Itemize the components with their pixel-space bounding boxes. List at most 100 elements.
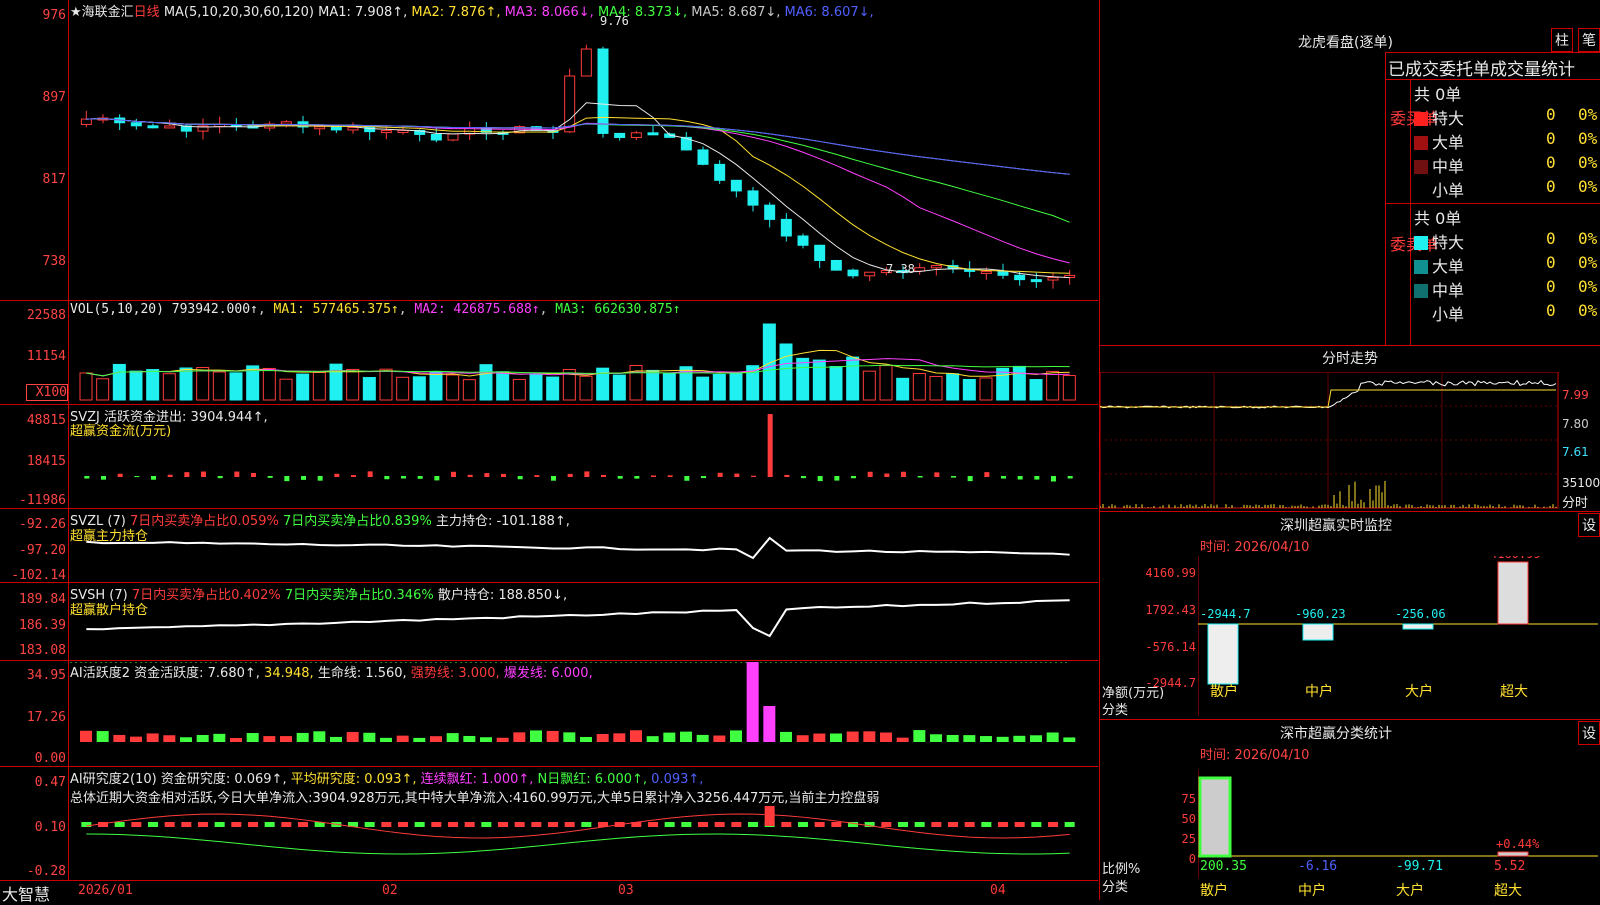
monitor-settings-button[interactable]: 设 bbox=[1578, 513, 1600, 537]
flow-bar bbox=[751, 475, 756, 477]
intraday-chart[interactable] bbox=[1100, 372, 1560, 510]
volume-bar bbox=[979, 377, 993, 401]
activity-bar bbox=[463, 735, 476, 742]
research-bar bbox=[831, 822, 842, 827]
activity-bar bbox=[113, 734, 126, 742]
activity-bar bbox=[496, 737, 509, 742]
volume-bar bbox=[146, 369, 160, 401]
flow-bar bbox=[201, 471, 206, 477]
research-bar bbox=[931, 822, 942, 827]
flow-bar bbox=[617, 476, 623, 479]
activity-bar bbox=[446, 733, 459, 742]
svsh-chart[interactable] bbox=[70, 584, 1098, 658]
classify-settings-button[interactable]: 设 bbox=[1578, 721, 1600, 745]
bar-value: -2944.7 bbox=[1200, 607, 1251, 621]
svzl-chart[interactable] bbox=[70, 510, 1098, 580]
classify-chart[interactable]: +0.44% 200.35 散户 -6.16 中户 -99.71 大户 5.52 超大 bbox=[1198, 770, 1598, 900]
volume-bar bbox=[846, 356, 860, 401]
flow-bar bbox=[984, 472, 990, 477]
research-bar bbox=[998, 822, 1008, 827]
flow-bar bbox=[1034, 476, 1040, 480]
ai1-chart[interactable] bbox=[70, 662, 1098, 766]
research-bar bbox=[214, 822, 225, 827]
ai2-chart[interactable] bbox=[70, 806, 1098, 880]
volume-bar bbox=[862, 370, 876, 401]
svzj-chart[interactable] bbox=[70, 406, 1098, 506]
classify-axis-label: 比例% bbox=[1102, 862, 1141, 877]
volume-bar bbox=[446, 374, 460, 401]
classify-y-label: 50 bbox=[1181, 812, 1196, 826]
classify-axis-label: 分类 bbox=[1102, 880, 1129, 895]
volume-bar bbox=[946, 373, 960, 401]
research-bar bbox=[431, 822, 442, 827]
candle bbox=[580, 48, 592, 77]
vol-unit[interactable]: X100 bbox=[26, 384, 68, 401]
activity-bar bbox=[1046, 732, 1059, 742]
sell-rows: 共 0单 特大 0 0% 大单 0 0% 中单 0 0% 小单 0 0% bbox=[1414, 205, 1600, 325]
volume-bar bbox=[829, 366, 843, 401]
volume-bar bbox=[362, 377, 376, 401]
candlestick-chart[interactable] bbox=[70, 14, 1098, 299]
volume-bar bbox=[662, 373, 676, 401]
order-percent: 0% bbox=[1578, 253, 1598, 272]
research-bar bbox=[514, 822, 525, 827]
price-y-label: 976 bbox=[42, 8, 66, 23]
bar-value: -256.06 bbox=[1395, 607, 1446, 621]
activity-bar bbox=[1030, 735, 1042, 742]
ai2-y-label: 0.10 bbox=[34, 820, 66, 835]
flow-bar bbox=[1402, 623, 1434, 630]
svsh-y-label: 186.39 bbox=[19, 618, 66, 633]
category-label: 超大 bbox=[1494, 883, 1522, 899]
tick-mode-button[interactable]: 笔 bbox=[1578, 28, 1600, 52]
order-name: 中单 bbox=[1432, 157, 1465, 176]
longhu-box: 已成交委托单成交量统计 委买单 委卖单 共 0单特大00%大单00%中单00%小… bbox=[1385, 52, 1600, 346]
research-bar bbox=[798, 822, 808, 827]
activity-bar bbox=[946, 734, 959, 742]
flow-bar bbox=[501, 473, 506, 477]
candle bbox=[1014, 274, 1026, 281]
ma-line bbox=[86, 118, 1070, 264]
x-axis-label: 02 bbox=[382, 883, 398, 898]
svsh-y-label: 189.84 bbox=[19, 592, 66, 607]
volume-bar bbox=[212, 371, 226, 401]
bar-value: -960.23 bbox=[1295, 607, 1346, 621]
flow-bar bbox=[667, 475, 673, 477]
activity-bar bbox=[630, 730, 642, 742]
volume-bar bbox=[612, 374, 626, 401]
candle bbox=[780, 218, 792, 237]
activity-bar bbox=[263, 736, 276, 742]
activity-bar bbox=[96, 731, 109, 742]
research-bar bbox=[131, 822, 142, 827]
category-label: 大户 bbox=[1396, 882, 1424, 899]
flow-bar bbox=[784, 474, 790, 477]
buy-rows: 共 0单 特大 0 0% 大单 0 0% 中单 0 0% 小单 0 0% bbox=[1414, 81, 1600, 201]
activity-bar bbox=[230, 737, 242, 742]
volume-bar bbox=[1046, 370, 1060, 401]
order-row: 大单 0 0% bbox=[1414, 129, 1600, 153]
volume-bar bbox=[1012, 365, 1026, 401]
flow-bar bbox=[651, 475, 656, 477]
activity-bar bbox=[180, 737, 192, 742]
flow-bar bbox=[1207, 623, 1239, 685]
bar-mode-button[interactable]: 柱 bbox=[1551, 28, 1573, 52]
research-bar bbox=[398, 822, 408, 827]
order-volume: 0 bbox=[1546, 301, 1556, 320]
candle bbox=[614, 132, 626, 139]
chart-area[interactable]: ★海联金汇日线 MA(5,10,20,30,60,120) MA1: 7.908… bbox=[0, 0, 1098, 904]
activity-bar bbox=[613, 733, 626, 742]
svzj-y-label: 48815 bbox=[26, 413, 66, 428]
flow-bar bbox=[684, 476, 690, 481]
monitor-y-label: 1792.43 bbox=[1145, 603, 1196, 617]
monitor-chart[interactable]: -2944.7 散户 -960.23 中户 -256.06 大户 4160.99 超大 bbox=[1198, 556, 1598, 716]
activity-bar bbox=[713, 735, 726, 742]
flow-bar bbox=[1497, 561, 1529, 625]
volume-chart[interactable] bbox=[70, 316, 1098, 402]
activity-bar bbox=[146, 733, 159, 742]
research-bar bbox=[464, 822, 475, 827]
volume-bar bbox=[529, 373, 543, 401]
volume-bar bbox=[129, 370, 143, 401]
activity-bar bbox=[413, 737, 426, 742]
research-bar bbox=[381, 822, 392, 827]
flow-bar bbox=[251, 472, 256, 477]
order-row: 特大 0 0% bbox=[1414, 229, 1600, 253]
